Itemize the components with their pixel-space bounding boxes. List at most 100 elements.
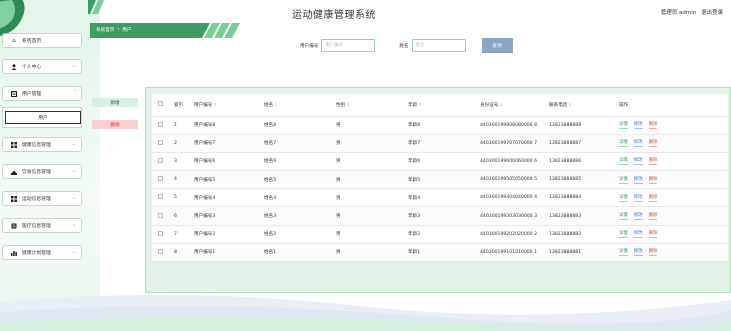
cell-index: 3 [170,152,190,172]
cell-index: 1 [170,116,190,135]
detail-link[interactable]: 详情 [619,157,628,166]
row-checkbox[interactable] [158,139,163,145]
cell-index: 5 [170,188,190,208]
sidebar-item-label: 医疗信息管理 [22,224,51,229]
cell-phone: 13823888883 [545,206,615,226]
delete-link[interactable]: 删除 [648,248,658,257]
user-table: 索引 用户编号⇕ 姓名⇕ 性别⇕ 年龄⇕ 身份证号⇕ 联系电话⇕ 操作 1 用户编… [152,94,728,263]
detail-link[interactable]: 详情 [619,212,628,221]
header-phone[interactable]: 联系电话⇕ [545,94,615,117]
detail-link[interactable]: 详情 [619,139,628,148]
sidebar-item-user-management[interactable]: 用户管理 ˄ [2,86,82,101]
sidebar-item-label: 系统首页 [22,39,42,44]
row-checkbox[interactable] [158,194,163,200]
delete-link[interactable]: 删除 [648,139,658,148]
edit-link[interactable]: 修改 [633,248,643,257]
delete-link[interactable]: 删除 [648,194,658,202]
table-row: 8 用户编号1 姓名1 男年龄1 440300199101010000 1 1382388… [152,243,728,263]
delete-link[interactable]: 删除 [648,121,658,130]
table-row: 5 用户编号4 姓名4 男年龄4 440300199404040000 4 1382388… [152,188,728,208]
sidebar-item-label: 个人中心 [22,65,42,70]
chart-icon [11,250,17,256]
name-search-input[interactable] [411,39,466,52]
cell-code: 用户编号7 [190,134,260,153]
detail-link[interactable]: 详情 [619,176,628,184]
cell-ops: 详情 修改 删除 [615,206,728,226]
sidebar-item-medical-info[interactable]: 医疗信息管理 ⌄ [2,218,82,233]
code-search-input[interactable] [321,39,376,52]
add-button[interactable]: 新增 [92,98,138,107]
delete-button[interactable]: 删除 [92,120,138,129]
tray-icon [11,169,17,175]
cell-id-card: 440300199404040000 4 [476,188,545,208]
cell-code: 用户编号4 [190,188,260,208]
breadcrumb-home[interactable]: 系统首页 [96,27,114,33]
sidebar-item-label: 用户管理 [22,92,42,97]
row-select-cell [152,206,170,226]
cell-phone: 13823888884 [545,188,615,208]
cell-phone: 13823888886 [545,152,615,172]
sort-icon: ⇕ [346,101,350,107]
sort-icon: ⇕ [499,101,503,107]
edit-link[interactable]: 修改 [633,157,643,166]
detail-link[interactable]: 详情 [619,194,628,202]
detail-link[interactable]: 详情 [619,121,628,130]
row-checkbox[interactable] [158,212,163,218]
table-panel: 索引 用户编号⇕ 姓名⇕ 性别⇕ 年龄⇕ 身份证号⇕ 联系电话⇕ 操作 1 用户编… [145,87,731,293]
search-button[interactable]: 查询 [481,38,513,53]
table-row: 6 用户编号3 姓名3 男年龄3 440300199303030000 3 1382388… [152,206,728,226]
edit-link[interactable]: 修改 [633,212,643,221]
cell-name: 姓名7 [260,134,332,153]
delete-link[interactable]: 删除 [648,230,658,239]
header-age[interactable]: 年龄⇕ [404,94,476,117]
sidebar-item-exercise-info[interactable]: 运动信息管理 ⌄ [2,191,82,206]
cell-age: 年龄5 [404,170,476,190]
cell-ops: 详情 修改 删除 [615,134,728,153]
chevron-down-icon: ⌄ [71,222,76,228]
cell-code: 用户编号6 [190,152,260,172]
edit-link[interactable]: 修改 [633,194,643,202]
header-ops: 操作 [615,94,728,117]
sidebar-item-health-info[interactable]: 健康信息管理 ⌄ [2,137,82,152]
submenu-item-user[interactable]: 用户 [5,111,81,124]
chevron-down-icon: ⌄ [71,249,76,255]
sort-icon: ⇕ [568,101,572,107]
edit-link[interactable]: 修改 [633,139,643,148]
edit-link[interactable]: 修改 [633,230,643,239]
row-checkbox[interactable] [158,157,163,163]
cell-phone: 13823888887 [545,134,615,153]
edit-link[interactable]: 修改 [633,121,643,130]
edit-link[interactable]: 修改 [633,176,643,184]
delete-link[interactable]: 删除 [648,212,658,221]
chevron-down-icon: ⌄ [71,195,76,201]
header-code[interactable]: 用户编号⇕ [190,94,260,117]
cell-ops: 详情 修改 删除 [615,152,728,172]
cell-ops: 详情 修改 删除 [615,170,728,190]
header-id-card[interactable]: 身份证号⇕ [476,94,545,117]
header-name[interactable]: 姓名⇕ [260,94,332,117]
sidebar-item-health-plan[interactable]: 健康计划管理 ⌄ [2,245,82,260]
row-checkbox[interactable] [158,230,163,236]
sidebar-item-diet-info[interactable]: 饮食信息管理 ⌄ [2,164,82,179]
row-select-cell [152,170,170,190]
cell-code: 用户编号1 [190,243,260,263]
row-select-cell [152,188,170,208]
detail-link[interactable]: 详情 [619,248,628,257]
row-checkbox[interactable] [158,248,163,254]
cell-phone: 13823888882 [545,225,615,244]
delete-link[interactable]: 删除 [648,176,658,184]
logout-link[interactable]: 退出登录 [701,10,723,16]
delete-link[interactable]: 删除 [648,157,658,166]
row-checkbox[interactable] [158,176,163,182]
cell-id-card: 440300199505050000 5 [476,170,545,190]
select-all-checkbox[interactable] [158,101,163,107]
row-select-cell [152,225,170,244]
row-checkbox[interactable] [158,121,163,127]
header-gender[interactable]: 性别⇕ [332,94,404,117]
header-index: 索引 [170,94,190,117]
cell-code: 用户编号2 [190,225,260,244]
detail-link[interactable]: 详情 [619,230,628,239]
cell-gender: 男 [332,188,404,208]
sidebar-item-home[interactable]: ⌂ 系统首页 [2,33,82,48]
sidebar-item-profile[interactable]: 个人中心 ⌄ [2,59,82,74]
